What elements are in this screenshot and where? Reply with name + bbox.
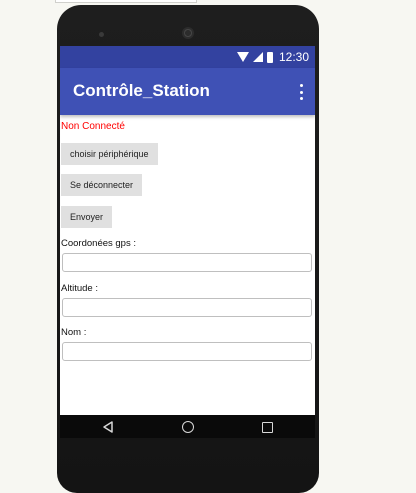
gps-field[interactable]	[62, 253, 312, 272]
choose-device-button[interactable]: choisir périphérique	[61, 143, 158, 165]
phone-frame: 12:30 Contrôle_Station Non Connecté choi…	[57, 5, 319, 493]
navigation-bar	[60, 415, 315, 438]
gps-label: Coordonées gps :	[61, 238, 136, 249]
app-title: Contrôle_Station	[73, 81, 210, 100]
status-icons: 12:30	[236, 50, 309, 64]
phone-screen: 12:30 Contrôle_Station Non Connecté choi…	[60, 46, 315, 438]
signal-icon	[252, 52, 263, 62]
recents-icon[interactable]	[262, 421, 273, 433]
menu-dot	[299, 84, 303, 87]
altitude-label: Altitude :	[61, 283, 98, 294]
home-icon[interactable]	[182, 421, 194, 433]
disconnect-button[interactable]: Se déconnecter	[61, 174, 143, 196]
main-content: Non Connecté choisir périphérique Se déc…	[60, 115, 315, 415]
status-clock: 12:30	[278, 50, 309, 64]
send-button[interactable]: Envoyer	[61, 206, 113, 228]
browser-tab-edge	[55, 0, 197, 3]
menu-dot	[299, 90, 303, 94]
status-bar: 12:30	[60, 46, 315, 68]
battery-icon	[266, 51, 273, 63]
wifi-icon	[236, 52, 249, 62]
name-field[interactable]	[62, 342, 312, 361]
overflow-menu-icon[interactable]	[299, 84, 303, 100]
earpiece-speaker	[182, 27, 194, 39]
camera-dot	[99, 32, 104, 37]
altitude-field[interactable]	[62, 298, 312, 317]
app-bar: Contrôle_Station	[60, 68, 315, 115]
name-label: Nom :	[61, 327, 87, 338]
menu-dot	[299, 97, 303, 100]
back-icon[interactable]	[102, 421, 114, 433]
connection-status: Non Connecté	[61, 121, 125, 132]
